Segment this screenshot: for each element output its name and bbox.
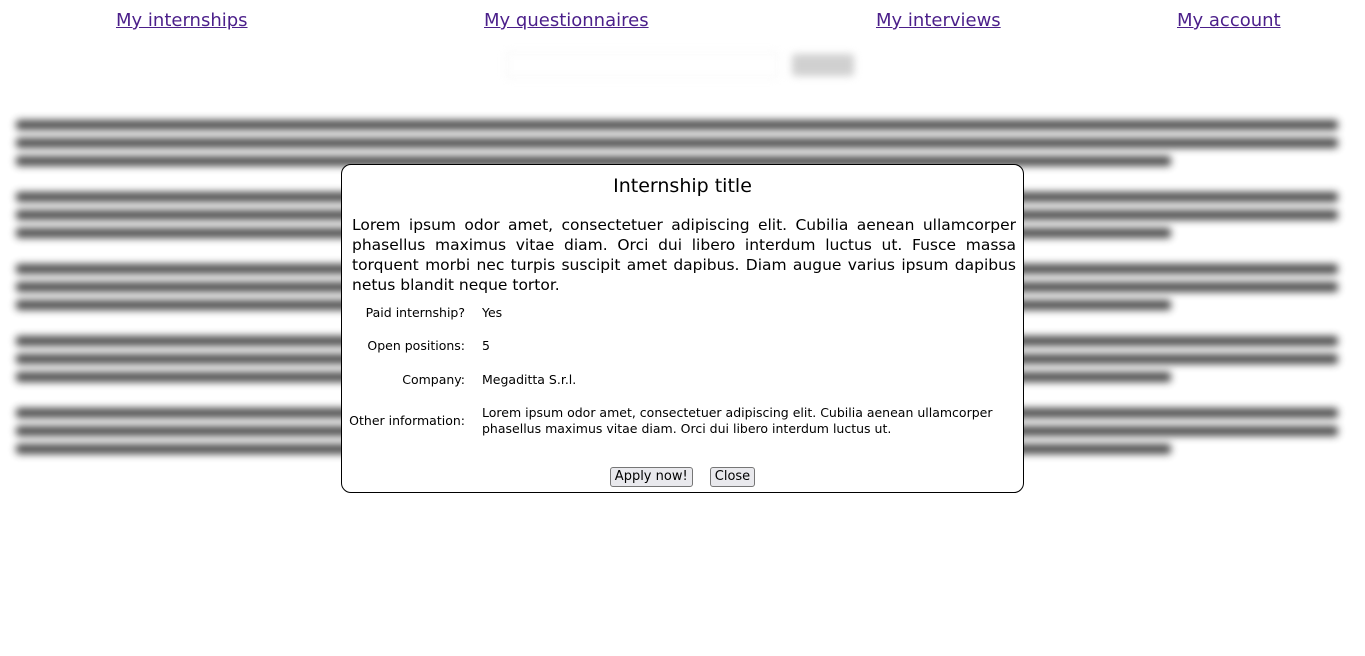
- info-label: Open positions:: [367, 338, 465, 353]
- close-button[interactable]: Close: [709, 467, 756, 487]
- info-label: Paid internship?: [365, 305, 465, 320]
- nav-my-questionnaires[interactable]: My questionnaires: [484, 10, 649, 31]
- info-value: Yes: [482, 305, 503, 320]
- search-button[interactable]: [792, 54, 854, 76]
- modal-description: Lorem ipsum odor amet, consectetuer adip…: [352, 216, 1016, 294]
- top-nav: My internships My questionnaires My inte…: [0, 8, 1365, 36]
- search-input[interactable]: [506, 52, 778, 78]
- info-value: 5: [482, 338, 490, 353]
- apply-button[interactable]: Apply now!: [609, 467, 693, 487]
- info-value: Megaditta S.r.l.: [482, 372, 577, 387]
- info-label: Other information:: [349, 413, 465, 428]
- search-bar: [506, 48, 866, 80]
- modal-actions: Apply now! Close: [342, 465, 1023, 487]
- info-value: Lorem ipsum odor amet, consectetuer adip…: [482, 405, 993, 436]
- internship-modal: Internship title Lorem ipsum odor amet, …: [341, 164, 1024, 493]
- nav-my-internships[interactable]: My internships: [116, 10, 248, 31]
- nav-my-interviews[interactable]: My interviews: [876, 10, 1001, 31]
- info-label: Company:: [402, 372, 465, 387]
- nav-my-account[interactable]: My account: [1177, 10, 1281, 31]
- modal-title: Internship title: [613, 175, 752, 197]
- list-item[interactable]: [16, 114, 1338, 168]
